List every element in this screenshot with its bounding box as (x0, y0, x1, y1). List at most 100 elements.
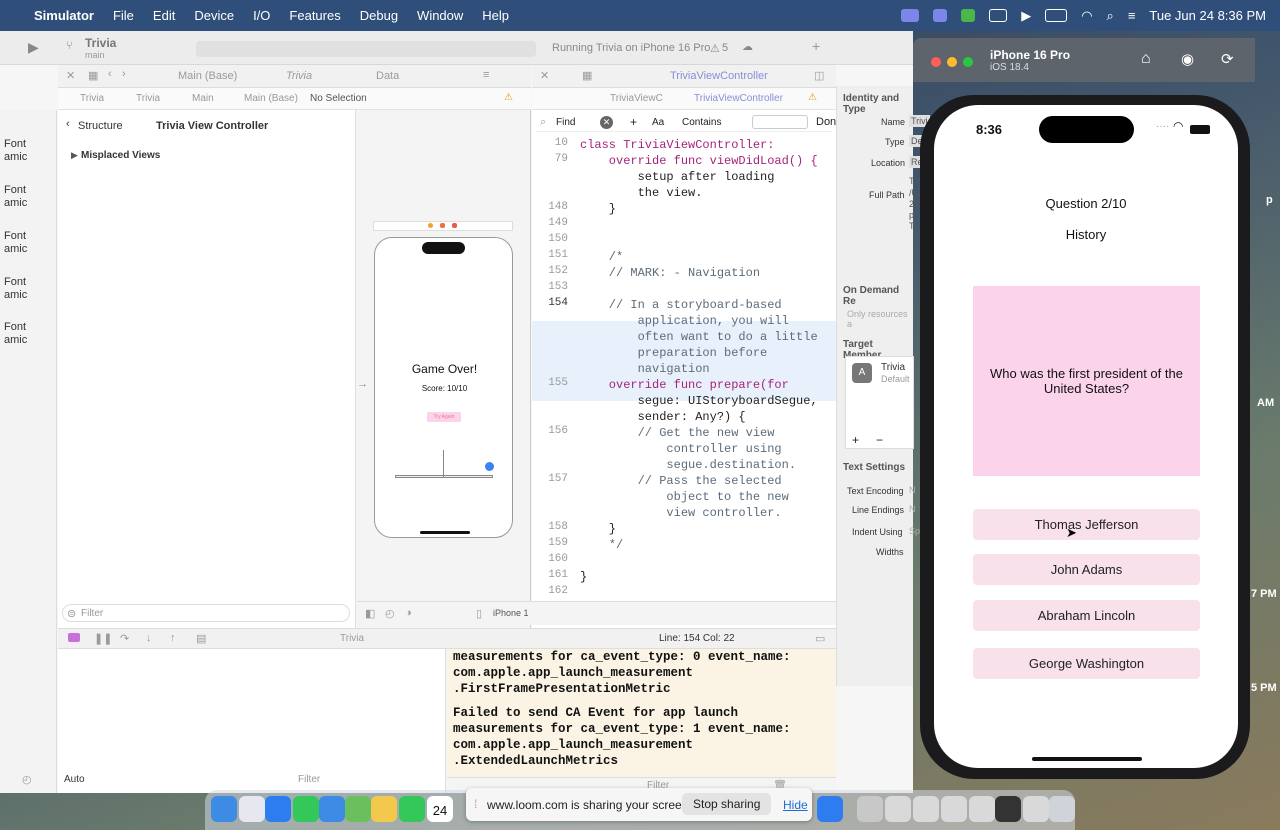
outline-filter[interactable]: ⊜ Filter (62, 604, 350, 622)
menu-io[interactable]: I/O (253, 8, 270, 23)
menu-debug[interactable]: Debug (360, 8, 398, 23)
close-tab-icon[interactable]: ✕ (540, 69, 549, 82)
minimize-window-button[interactable] (947, 57, 957, 67)
device-icon[interactable]: ▯ (476, 607, 482, 620)
code-editor[interactable]: ⌕ Find ✕ + Aa Contains Don 10 class Trivi… (532, 110, 836, 628)
jump-item[interactable]: TriviaViewC (610, 93, 663, 104)
jump-item[interactable]: Main (Base) (244, 93, 298, 104)
find-mode-select[interactable]: Contains (682, 117, 721, 128)
history-icon[interactable]: ◴ (22, 773, 32, 786)
screenshot-icon[interactable]: ◉ (1181, 50, 1194, 68)
tab-data[interactable]: Data (376, 70, 399, 82)
window-thumb-icon[interactable] (1023, 796, 1049, 822)
close-window-button[interactable] (931, 57, 941, 67)
close-tab-icon[interactable]: ✕ (66, 69, 75, 82)
window-thumb-icon[interactable] (941, 796, 967, 822)
menu-edit[interactable]: Edit (153, 8, 175, 23)
appearance-icon[interactable]: ◑ (405, 607, 412, 619)
cloud-icon[interactable]: ☁ (742, 40, 753, 53)
tab-main-base[interactable]: Main (Base) (178, 70, 237, 82)
wifi-icon[interactable]: ◠ (1081, 8, 1092, 24)
answer-button-2[interactable]: John Adams (973, 554, 1200, 585)
step-in-icon[interactable]: ↓ (146, 632, 152, 644)
window-thumb-icon[interactable] (913, 796, 939, 822)
warning-icon[interactable]: ⚠ (808, 92, 817, 103)
clear-find-icon[interactable]: ✕ (600, 116, 613, 129)
finder-icon[interactable] (211, 796, 237, 822)
scene-dock[interactable] (373, 221, 513, 231)
variables-mode-select[interactable]: Auto (64, 774, 85, 785)
only-resources-field[interactable]: Only resources a (847, 309, 913, 329)
hide-link[interactable]: Hide (783, 798, 808, 812)
project-name[interactable]: Trivia (85, 36, 116, 50)
menu-app-name[interactable]: Simulator (34, 8, 94, 23)
control-center-icon[interactable]: ≡ (1128, 8, 1136, 23)
pause-icon[interactable]: ❚❚ (94, 632, 112, 645)
indent-using-value[interactable]: Sp (909, 526, 920, 536)
outline-item-misplaced-views[interactable]: Misplaced Views (81, 150, 160, 161)
warning-icon[interactable]: ⚠ (504, 92, 513, 103)
jump-item-current[interactable]: TriviaViewController (694, 93, 783, 104)
forward-icon[interactable]: › (122, 68, 126, 80)
split-icon[interactable]: ◫ (814, 69, 824, 82)
messages-icon[interactable] (293, 796, 319, 822)
disclosure-icon[interactable]: ▶ (71, 150, 78, 161)
add-find-icon[interactable]: + (630, 115, 637, 129)
menubar-clock[interactable]: Tue Jun 24 8:36 PM (1149, 8, 1266, 23)
step-over-icon[interactable]: ↷ (120, 632, 129, 645)
answer-button-4[interactable]: George Washington (973, 648, 1200, 679)
battery-icon[interactable] (1045, 9, 1068, 22)
view-debugger-icon[interactable]: ▤ (196, 632, 206, 645)
target-name[interactable]: Trivia (881, 362, 905, 373)
launchpad-icon[interactable] (239, 796, 265, 822)
find-label[interactable]: Find (556, 117, 575, 128)
storyboard-scene[interactable]: Game Over! Score: 10/10 Try Again (374, 237, 513, 538)
window-icon[interactable] (989, 9, 1008, 22)
window-thumb-icon[interactable] (885, 796, 911, 822)
outline-back-label[interactable]: Structure (78, 120, 123, 132)
terminal-icon[interactable] (995, 796, 1021, 822)
match-case-button[interactable]: Aa (652, 117, 664, 128)
remove-target-icon[interactable]: − (876, 433, 883, 447)
warning-icon[interactable]: ⚠ (710, 42, 720, 55)
variables-filter[interactable]: Filter (298, 774, 320, 785)
add-icon[interactable]: + (812, 38, 820, 54)
photos-icon[interactable] (371, 796, 397, 822)
tab-trivia[interactable]: Trivia (286, 70, 312, 82)
line-endings-value[interactable]: N (909, 504, 916, 514)
safari-icon[interactable] (265, 796, 291, 822)
jump-item[interactable]: Main (192, 93, 214, 104)
zoom-icon[interactable] (933, 9, 948, 22)
constraint-handle[interactable] (485, 462, 494, 471)
stop-sharing-button[interactable]: Stop sharing (682, 793, 772, 815)
constraint-line[interactable] (395, 475, 493, 478)
jump-item-current[interactable]: No Selection (310, 93, 367, 104)
run-icon[interactable]: ▶ (28, 39, 39, 56)
device-config[interactable]: iPhone 1 (493, 608, 529, 618)
scheme-selector[interactable] (196, 41, 536, 57)
text-encoding-value[interactable]: N (909, 485, 916, 495)
jump-item[interactable]: Trivia (136, 93, 160, 104)
zoom-window-button[interactable] (963, 57, 973, 67)
jump-item[interactable]: Trivia (80, 93, 104, 104)
screen-mirror-icon[interactable] (901, 9, 920, 22)
app-tray-icon[interactable] (961, 9, 976, 22)
menu-window[interactable]: Window (417, 8, 463, 23)
layout-icon[interactable]: ▭ (815, 632, 825, 645)
tab-trivia-view-controller[interactable]: TriviaViewController (670, 70, 768, 82)
menu-device[interactable]: Device (194, 8, 234, 23)
calendar-icon[interactable]: 24 (427, 796, 453, 822)
list-icon[interactable]: ≡ (483, 69, 489, 81)
trash-icon[interactable] (1049, 796, 1075, 822)
menu-features[interactable]: Features (289, 8, 340, 23)
home-icon[interactable]: ⌂ (1141, 50, 1151, 68)
update-frames-icon[interactable]: ◴ (385, 607, 395, 620)
mail-icon[interactable] (319, 796, 345, 822)
help-icon[interactable] (857, 796, 883, 822)
debug-console[interactable]: measurements for ca_event_type: 0 event_… (447, 649, 836, 777)
menu-help[interactable]: Help (482, 8, 509, 23)
find-nav-buttons[interactable] (752, 115, 808, 129)
debug-scheme[interactable]: Trivia (340, 633, 364, 644)
step-out-icon[interactable]: ↑ (170, 632, 176, 644)
answer-button-3[interactable]: Abraham Lincoln (973, 600, 1200, 631)
